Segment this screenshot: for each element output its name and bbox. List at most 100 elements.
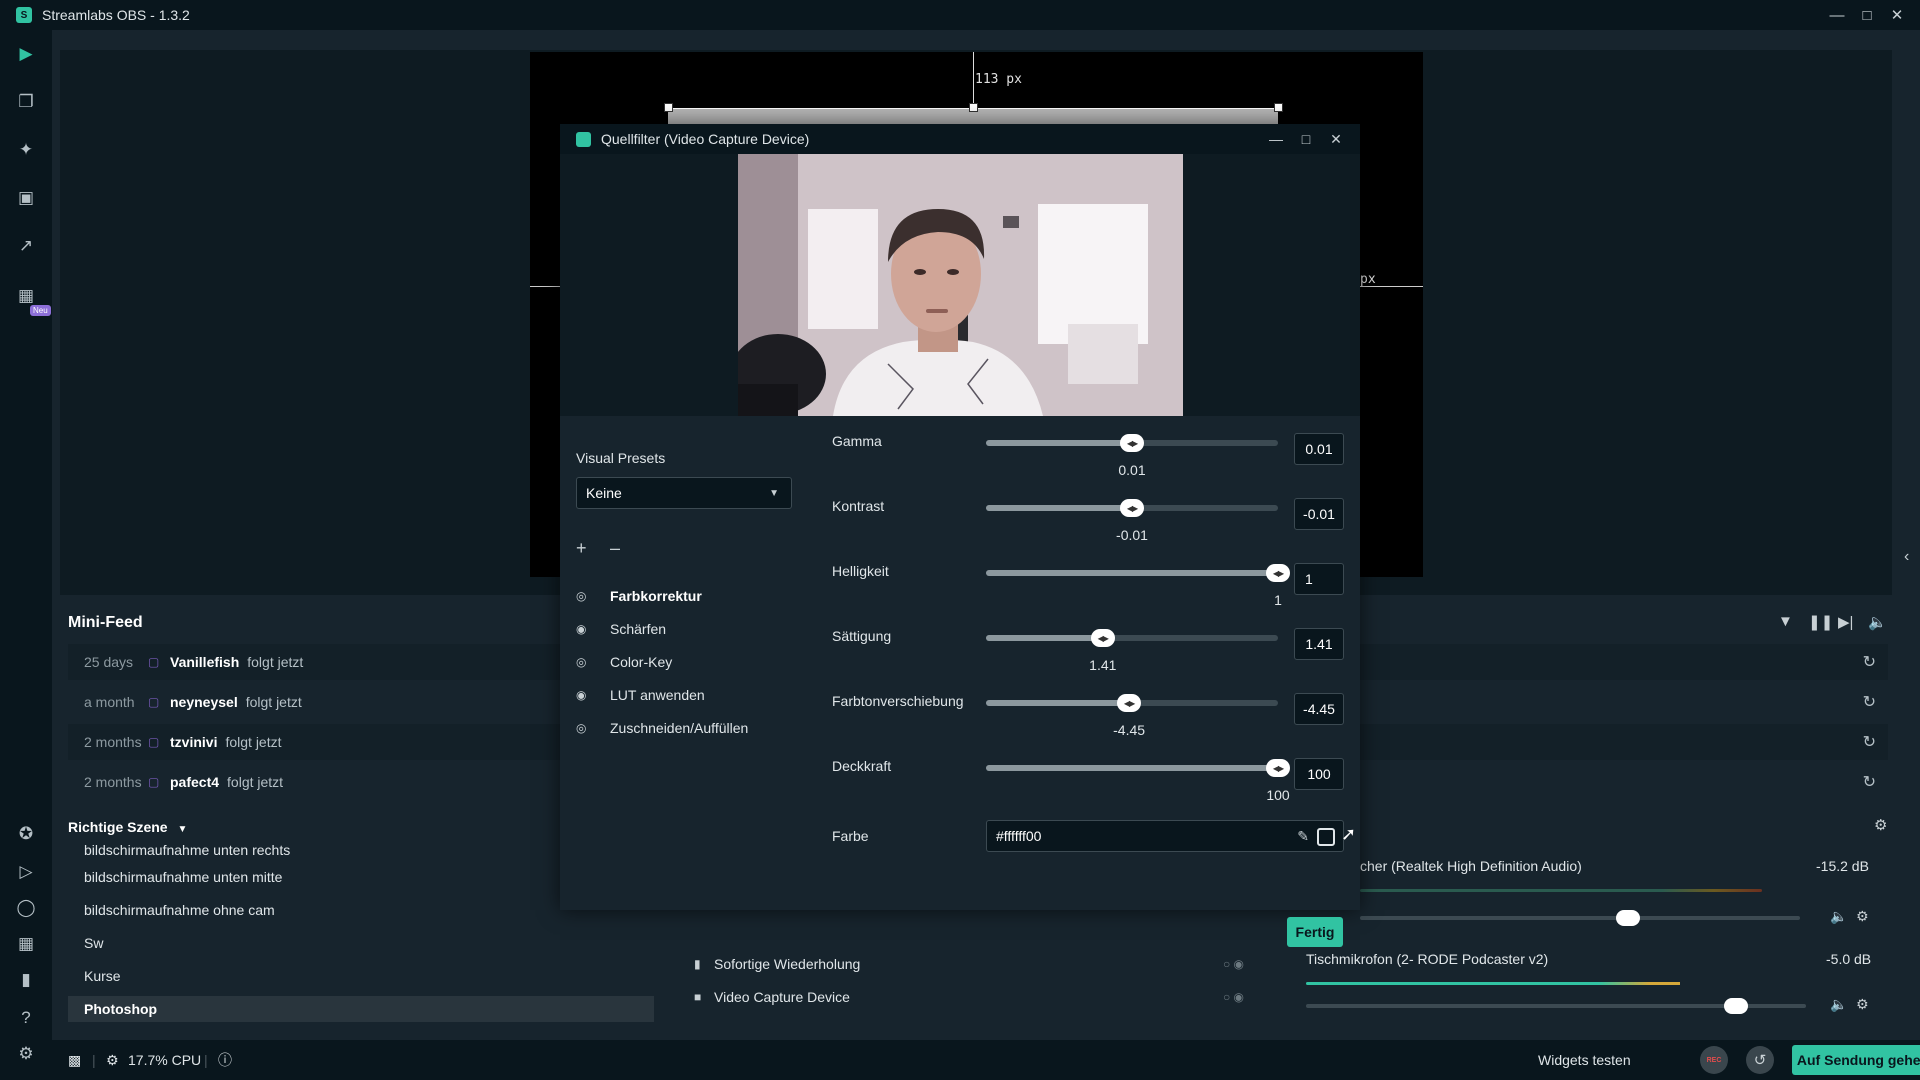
filter-item[interactable]: ◉ LUT anwenden [576,683,705,707]
close-icon[interactable]: ✕ [1321,124,1351,154]
channel-settings-icon[interactable]: ⚙ [1856,908,1869,925]
opacity-slider[interactable]: ◀▶ [986,759,1290,777]
eyedropper-icon[interactable]: ✎ [1297,828,1309,845]
volume-icon[interactable]: 🔈 [1868,613,1887,631]
scene-item-selected[interactable]: Photoshop [68,996,654,1022]
appstore-icon[interactable]: ✦ [14,138,38,162]
level-meter [1306,982,1736,985]
slider-fill [986,765,1278,771]
brightness-slider[interactable]: ◀▶ [986,564,1290,582]
hue-shift-slider[interactable]: ◀▶ [986,694,1278,712]
brightness-input[interactable]: 1 [1294,563,1344,595]
channel-settings-icon[interactable]: ⚙ [1856,996,1869,1013]
lock-eye-icons[interactable]: ○ ◉ [1223,990,1244,1004]
replay-alert-icon[interactable]: ↻ [1863,652,1876,672]
source-item[interactable]: ■ Video Capture Device ○ ◉ [694,983,1264,1011]
scene-collection-dropdown[interactable]: Richtige Szene ▼ [68,819,187,835]
settings-gear-icon[interactable]: ⚙ [14,1042,38,1066]
store-icon[interactable]: ▣ [14,186,38,210]
chat-bubble-icon: ▢ [148,735,160,749]
gamma-input[interactable]: 0.01 [1294,433,1344,465]
hue-shift-input[interactable]: -4.45 [1294,693,1344,725]
slider-knob[interactable]: ◀▶ [1120,499,1144,517]
slider-knob[interactable]: ◀▶ [1117,694,1142,712]
maximize-icon[interactable]: □ [1852,0,1882,30]
saturation-input[interactable]: 1.41 [1294,628,1344,660]
slider-knob[interactable]: ◀▶ [1266,564,1290,582]
opacity-value-label: 100 [1266,787,1290,803]
minimize-icon[interactable]: — [1261,124,1291,154]
skip-icon[interactable]: ▶| [1838,613,1853,631]
speaker-icon[interactable]: 🔈 [1830,908,1847,925]
replay-alert-icon[interactable]: ↻ [1863,692,1876,712]
replay-buffer-icon[interactable]: ↺ [1746,1046,1774,1074]
filter-item[interactable]: ◉ Schärfen [576,617,666,641]
opacity-input[interactable]: 100 [1294,758,1344,790]
feed-action: folgt jetzt [247,654,304,670]
filter-item[interactable]: ◎ Color-Key [576,650,672,674]
source-item[interactable]: ▮ Sofortige Wiederholung ○ ◉ [694,950,1264,978]
add-filter-icon[interactable]: + [576,538,587,559]
chat-bubble-icon: ▢ [148,775,160,789]
record-button[interactable]: REC [1700,1046,1728,1074]
help-icon[interactable]: ? [14,1006,38,1030]
volume-slider[interactable] [1360,910,1800,926]
prime-icon[interactable]: ✪ [14,822,38,846]
close-icon[interactable]: ✕ [1882,0,1912,30]
resize-handle[interactable] [1274,103,1283,112]
contrast-slider[interactable]: ◀▶ [986,499,1278,517]
saturation-slider[interactable]: ◀▶ [986,629,1278,647]
filter-item[interactable]: ◎ Farbkorrektur [576,584,702,608]
scene-item[interactable]: Sw [68,930,654,956]
resize-handle[interactable] [969,103,978,112]
slider-knob[interactable]: ◀▶ [1266,759,1290,777]
slider-knob[interactable]: ◀▶ [1090,629,1115,647]
left-sidebar: ▶ ❐ ✦ ▣ ↗ ▦ Neu ✪ ▷ ◯ ▦ ▮ ? ⚙ [0,30,52,1080]
filter-label: Zuschneiden/Auffüllen [610,720,749,736]
gamma-slider[interactable]: ◀▶ [986,434,1278,452]
color-hex-value: #ffffff00 [996,828,1042,844]
source-label: Video Capture Device [714,989,850,1005]
pause-icon[interactable]: ❚❚ [1808,613,1833,631]
replay-alert-icon[interactable]: ↻ [1863,772,1876,792]
visual-presets-dropdown[interactable]: Keine ▼ [576,477,792,509]
studio-mode-icon[interactable]: ▮ [14,968,38,992]
analytics-icon[interactable]: ↗ [14,234,38,258]
minimize-icon[interactable]: — [1822,0,1852,30]
info-icon[interactable]: ⓘ [218,1040,232,1080]
go-live-button[interactable]: Auf Sendung gehen [1792,1045,1920,1075]
slider-knob[interactable]: ◀▶ [1120,434,1144,452]
filter-visible-icon[interactable]: ◉ [576,688,610,702]
opacity-label: Deckkraft [832,758,892,774]
done-button[interactable]: Fertig [1287,917,1343,947]
performance-chart-icon[interactable]: ▩ [68,1040,81,1080]
filter-hidden-icon[interactable]: ◎ [576,589,610,603]
maximize-icon[interactable]: □ [1291,124,1321,154]
volume-knob[interactable] [1616,910,1641,926]
filter-hidden-icon[interactable]: ◎ [576,721,610,735]
filter-item[interactable]: ◎ Zuschneiden/Auffüllen [576,716,748,740]
volume-slider[interactable] [1306,998,1806,1014]
studio-camera-icon[interactable]: ▶ [14,42,38,66]
themes-icon[interactable]: ❐ [14,90,38,114]
color-swatch[interactable] [1317,828,1335,846]
media-play-icon[interactable]: ▷ [14,860,38,884]
filter-icon[interactable]: ▼ [1778,613,1793,630]
replay-alert-icon[interactable]: ↻ [1863,732,1876,752]
scene-item[interactable]: Kurse [68,963,654,989]
volume-knob[interactable] [1724,998,1748,1014]
filter-visible-icon[interactable]: ◉ [576,622,610,636]
speaker-icon[interactable]: 🔈 [1830,996,1847,1013]
color-input[interactable]: #ffffff00 ✎ [986,820,1344,852]
widgets-test-button[interactable]: Widgets testen [1538,1040,1631,1080]
remove-filter-icon[interactable]: – [610,538,620,559]
layout-icon[interactable]: ▦ [14,932,38,956]
contrast-input[interactable]: -0.01 [1294,498,1344,530]
chevron-left-icon[interactable]: ‹ [1904,548,1909,566]
chat-icon[interactable]: ◯ [14,896,38,920]
resize-handle[interactable] [664,103,673,112]
dialog-title-bar: Quellfilter (Video Capture Device) — □ ✕ [560,124,1360,154]
lock-eye-icons[interactable]: ○ ◉ [1223,957,1244,971]
filter-hidden-icon[interactable]: ◎ [576,655,610,669]
mixer-settings-icon[interactable]: ⚙ [1874,816,1887,834]
